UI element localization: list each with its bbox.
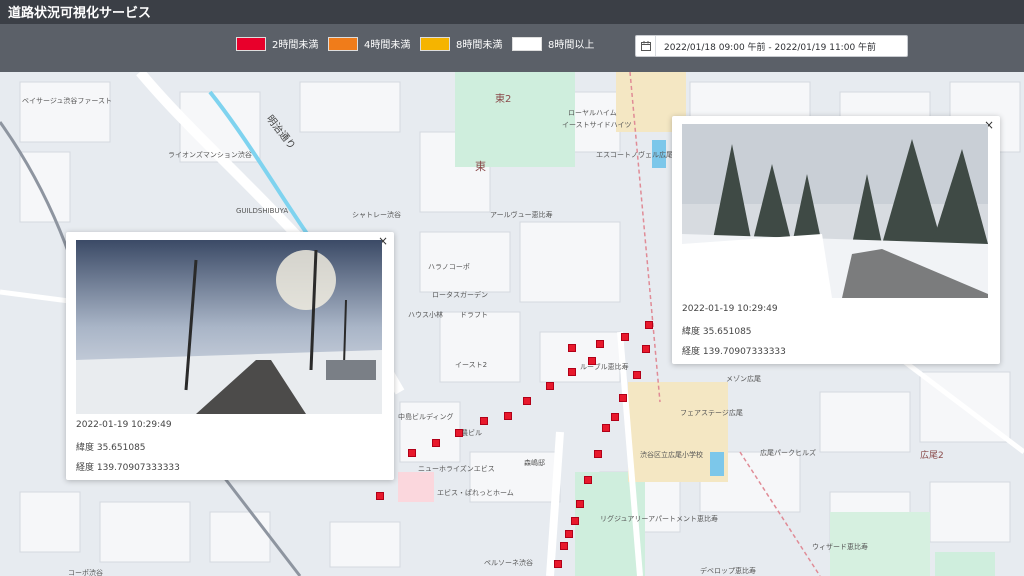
legend-item-under-2h[interactable]: 2時間未満 [236,36,318,51]
road-marker[interactable] [611,413,619,421]
legend-swatch-orange [328,36,358,51]
map-label: 森嶋邸 [524,459,545,467]
map-label: ライオンズマンション渋谷 [168,151,252,159]
road-marker[interactable] [571,517,579,525]
legend-label: 8時間以上 [548,40,595,51]
map-label: 東 [475,160,486,173]
road-marker[interactable] [523,397,531,405]
road-marker[interactable] [568,344,576,352]
map-label: 中島ビルディング [398,413,454,421]
map-label: 広尾2 [920,451,944,461]
road-marker[interactable] [619,394,627,402]
legend-label: 4時間未満 [364,40,411,51]
map-label: GUILDSHIBUYA [236,207,289,215]
legend-swatch-yellow [420,36,450,51]
map-label: ベイサージュ渋谷ファースト [22,97,113,105]
road-marker[interactable] [432,439,440,447]
legend-label: 8時間未満 [456,40,503,51]
road-marker[interactable] [594,450,602,458]
app-titlebar: 道路状況可視化サービス [0,0,1024,24]
legend-item-under-4h[interactable]: 4時間未満 [328,36,410,51]
map-label: エビス・ぱれっとホーム [437,489,514,497]
road-marker[interactable] [408,449,416,457]
legend-label: 2時間未満 [272,40,319,51]
calendar-icon[interactable] [636,36,656,56]
date-range-picker[interactable]: 2022/01/18 09:00 午前 - 2022/01/19 11:00 午… [635,35,908,57]
road-marker[interactable] [546,382,554,390]
popup-longitude: 経度 139.70907333333 [76,463,180,473]
popup-latitude: 緯度 35.651085 [76,443,146,453]
map-label: ロータスガーデン [432,291,488,299]
map-label: アールヴュー恵比寿 [490,211,553,219]
map-label: イーストサイドハイツ [562,121,632,129]
map-label: 渋谷区立広尾小学校 [640,451,703,459]
road-marker[interactable] [602,424,610,432]
road-marker[interactable] [554,560,562,568]
road-marker[interactable] [633,371,641,379]
road-marker[interactable] [455,429,463,437]
road-marker[interactable] [588,357,596,365]
map-label: シャトレー渋谷 [352,211,401,219]
map-label: ペルソーネ渋谷 [484,559,533,567]
filter-bar: 2時間未満 4時間未満 8時間未満 8時間以上 2022/01/18 09:00… [0,24,1024,72]
photo-popup-left: × 2022-01-19 10:29:49 緯度 35.651085 経度 13… [66,232,394,480]
legend-item-over-8h[interactable]: 8時間以上 [512,36,594,51]
legend-swatch-red [236,36,266,51]
map-label: ドラフト [460,311,488,319]
road-photo [76,240,382,414]
map-label: メゾン広尾 [726,375,761,383]
map-label: リグジュアリーアパートメント恵比寿 [600,515,718,523]
legend-item-under-8h[interactable]: 8時間未満 [420,36,502,51]
map-label: イースト2 [455,361,488,369]
map-label: フェアステージ広尾 [680,409,743,417]
road-marker[interactable] [568,368,576,376]
road-marker[interactable] [584,476,592,484]
road-marker[interactable] [642,345,650,353]
legend-swatch-white [512,36,542,51]
popup-latitude: 緯度 35.651085 [682,327,752,337]
map-label: ハウス小林 [408,311,443,319]
map-label: デベロップ恵比寿 [700,567,756,575]
road-marker[interactable] [376,492,384,500]
map-label: コーポ渋谷 [68,569,103,576]
road-marker[interactable] [576,500,584,508]
map-label: ローヤルハイム [568,109,617,117]
map-label: ハラノコーポ [428,263,470,271]
road-photo [682,124,988,298]
app-title: 道路状況可視化サービス [8,6,152,21]
photo-popup-right: × 2022-01-19 10:29:49 緯度 35.651085 経度 13… [672,116,1000,364]
map-label: エスコートノヴェル広尾 [596,151,673,159]
popup-timestamp: 2022-01-19 10:29:49 [682,304,778,314]
road-marker[interactable] [504,412,512,420]
map-label: ニューホライズンエビス [418,465,495,473]
road-marker[interactable] [480,417,488,425]
map-label: 東2 [495,94,512,105]
road-marker[interactable] [565,530,573,538]
road-marker[interactable] [596,340,604,348]
popup-timestamp: 2022-01-19 10:29:49 [76,420,172,430]
road-marker[interactable] [621,333,629,341]
popup-longitude: 経度 139.70907333333 [682,347,786,357]
road-marker[interactable] [645,321,653,329]
map-label: ウィザード恵比寿 [812,543,868,551]
map-label: 広尾パークヒルズ [760,449,816,457]
date-range-value: 2022/01/18 09:00 午前 - 2022/01/19 11:00 午… [664,42,877,53]
road-marker[interactable] [560,542,568,550]
